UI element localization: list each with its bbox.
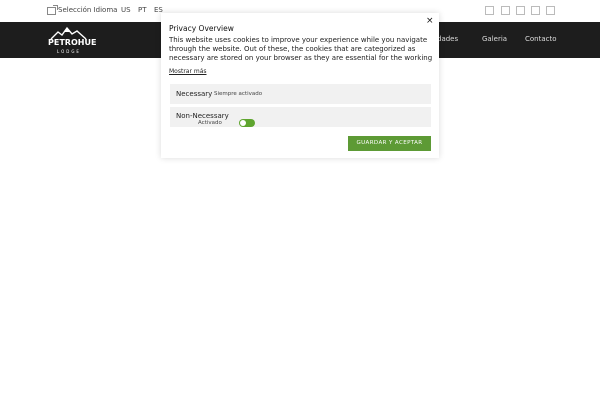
show-more-link[interactable]: Mostrar más <box>169 68 207 75</box>
non-necessary-toggle[interactable] <box>239 119 255 127</box>
privacy-modal: Privacy Overview × This website uses coo… <box>161 13 439 158</box>
modal-title: Privacy Overview <box>169 24 234 33</box>
category-non-necessary[interactable]: Non-Necessary Activado <box>170 107 431 127</box>
nav-item-contacto[interactable]: Contacto <box>525 35 557 43</box>
modal-description: This website uses cookies to improve you… <box>169 36 433 62</box>
social-icon-5[interactable] <box>546 6 555 15</box>
language-pt[interactable]: PT <box>138 6 147 14</box>
logo-subtitle: LODGE <box>57 49 81 54</box>
toggle-knob <box>240 120 246 126</box>
social-icon-1[interactable] <box>485 6 494 15</box>
social-icon-4[interactable] <box>531 6 540 15</box>
logo-title: PETROHUE <box>48 38 97 47</box>
category-title: Necessary <box>176 90 213 98</box>
save-accept-button[interactable]: GUARDAR Y ACEPTAR <box>348 136 431 151</box>
language-icon <box>47 5 58 15</box>
category-title: Non-Necessary <box>176 112 229 120</box>
social-icon-3[interactable] <box>516 6 525 15</box>
social-icon-2[interactable] <box>501 6 510 15</box>
nav-item-partial[interactable]: dades <box>437 35 458 43</box>
toggle-label: Activado <box>198 120 222 126</box>
nav-item-galeria[interactable]: Galeria <box>482 35 507 43</box>
category-status: Siempre activado <box>214 91 263 97</box>
language-us[interactable]: US <box>121 6 131 14</box>
language-label: Selección Idioma <box>58 6 118 14</box>
category-necessary[interactable]: Necessary Siempre activado <box>170 84 431 104</box>
close-icon[interactable]: × <box>426 17 434 26</box>
